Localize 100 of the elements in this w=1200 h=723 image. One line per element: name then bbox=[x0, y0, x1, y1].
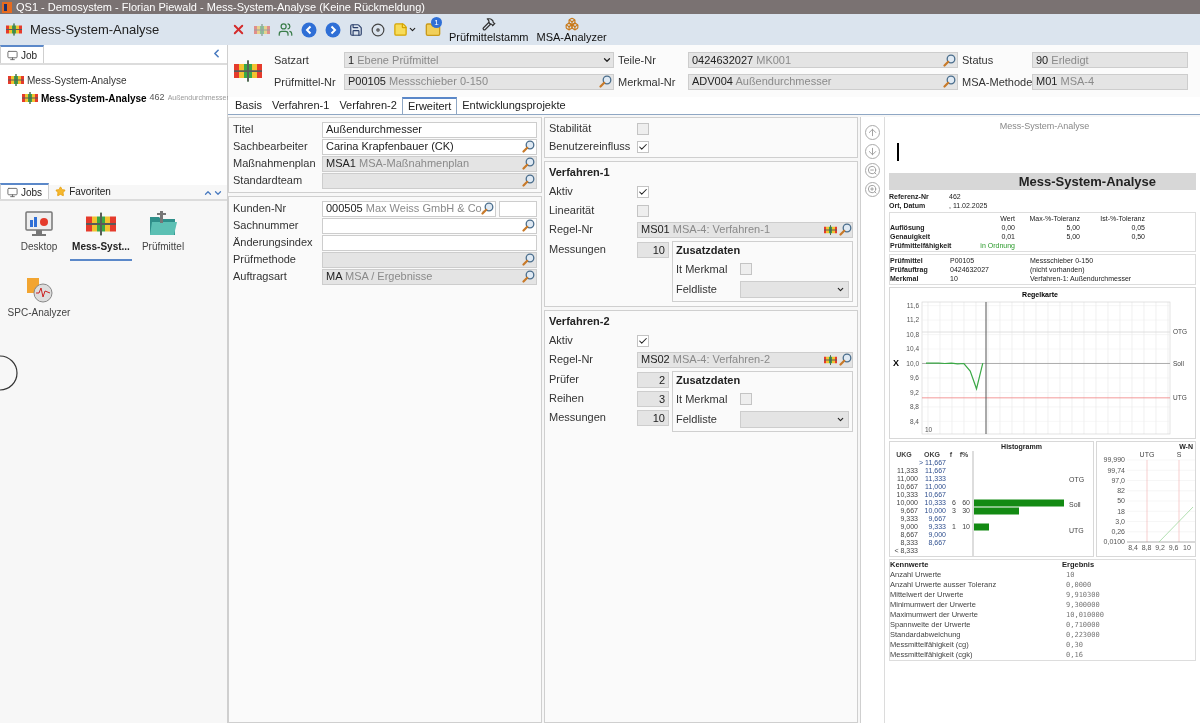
select-field[interactable] bbox=[740, 280, 849, 298]
field-label: It Merkmal bbox=[676, 261, 729, 277]
select-field[interactable] bbox=[740, 410, 849, 428]
data-line bbox=[925, 362, 984, 391]
field-label: Maßnahmenplan bbox=[233, 156, 317, 172]
stripes-icon bbox=[254, 23, 270, 36]
number-field[interactable]: 3 bbox=[637, 390, 669, 407]
section-title: Verfahren-2 bbox=[549, 314, 611, 329]
field-label: Status bbox=[962, 53, 995, 68]
field-label: Titel bbox=[233, 122, 255, 138]
tab[interactable]: Verfahren-2 bbox=[334, 97, 402, 114]
stripes-icon bbox=[234, 58, 262, 84]
stripes-icon bbox=[8, 74, 24, 86]
stripes-icon bbox=[22, 92, 38, 104]
job-tab[interactable]: Job bbox=[0, 45, 45, 63]
checkbox[interactable] bbox=[740, 263, 752, 275]
text-field[interactable]: Außendurchmesser bbox=[322, 121, 537, 138]
field-label: Standardteam bbox=[233, 173, 304, 189]
field-label: Teile-Nr bbox=[618, 53, 657, 68]
field-label: Auftragsart bbox=[233, 269, 288, 285]
star-icon bbox=[55, 185, 67, 197]
checkbox[interactable] bbox=[637, 122, 649, 135]
stripes-icon bbox=[824, 224, 837, 235]
lookup-field[interactable]: MS01 MSA-4: Verfahren-1 bbox=[637, 221, 853, 238]
field-label: Aktiv bbox=[549, 333, 574, 349]
checkbox[interactable] bbox=[637, 185, 649, 198]
stripes-icon bbox=[86, 211, 116, 237]
field-label: It Merkmal bbox=[676, 391, 729, 407]
field-label: MSA-Methode bbox=[962, 74, 1032, 90]
launcher-tile[interactable]: Mess-Syst... bbox=[70, 211, 132, 261]
app-title: Mess-System-Analyse bbox=[30, 20, 160, 39]
field-label: Reihen bbox=[549, 391, 585, 407]
window-title: QS1 - Demosystem - Florian Piewald - Mess-System-Analyse (Keine Rückmeldung) bbox=[16, 1, 425, 13]
text-cursor bbox=[897, 143, 899, 161]
text-field[interactable] bbox=[322, 234, 537, 251]
save-icon bbox=[349, 22, 363, 37]
monitor-icon bbox=[7, 186, 18, 198]
number-field[interactable]: 10 bbox=[637, 409, 669, 426]
monitor-icon bbox=[7, 49, 18, 61]
field-label: Satzart bbox=[274, 53, 310, 68]
hammer-icon bbox=[481, 16, 496, 31]
tab[interactable]: Entwicklungsprojekte bbox=[457, 97, 571, 114]
checkbox[interactable] bbox=[637, 334, 649, 347]
lookup-field[interactable]: 000505 Max Weiss GmbH & Co. bbox=[322, 200, 496, 217]
histogram-bar bbox=[974, 523, 989, 531]
launcher-tile[interactable]: Desktop bbox=[8, 211, 70, 261]
number-field[interactable]: 10 bbox=[637, 241, 669, 258]
note-icon bbox=[393, 22, 417, 37]
section-title: Verfahren-1 bbox=[549, 165, 611, 180]
axis-label: X bbox=[893, 358, 899, 369]
launcher-tile[interactable]: Prüfmittel bbox=[132, 211, 194, 261]
field-label: Änderungsindex bbox=[233, 235, 314, 251]
checkbox[interactable] bbox=[637, 140, 649, 153]
stripes-icon bbox=[824, 354, 837, 365]
lookup-field[interactable] bbox=[322, 217, 537, 234]
field-label: Prüfmethode bbox=[233, 252, 297, 268]
checkbox[interactable] bbox=[637, 204, 649, 217]
field-label: Merkmal-Nr bbox=[618, 74, 677, 90]
field-label: Prüfer bbox=[549, 372, 580, 388]
launcher-tab[interactable]: Favoriten bbox=[49, 183, 117, 199]
report-caption: Mess-System-Analyse bbox=[999, 119, 1090, 133]
lookup-field[interactable]: MS02 MSA-4: Verfahren-2 bbox=[637, 351, 853, 368]
field-label: Linearität bbox=[549, 203, 596, 219]
field-label: Messungen bbox=[549, 242, 607, 258]
stripes-icon bbox=[6, 23, 22, 36]
analyzer-icon bbox=[25, 275, 53, 303]
field-label: Kunden-Nr bbox=[233, 201, 288, 217]
field-label: Regel-Nr bbox=[549, 352, 594, 368]
expand-collapse-icon[interactable] bbox=[203, 188, 223, 198]
search-icon[interactable] bbox=[839, 353, 852, 366]
inbox-button[interactable]: 1 bbox=[422, 17, 444, 42]
search-icon[interactable] bbox=[522, 140, 535, 153]
folder-icon bbox=[148, 211, 178, 237]
count-badge: 1 bbox=[431, 16, 442, 28]
close-icon bbox=[231, 22, 246, 37]
field-label: Sachbearbeiter bbox=[233, 139, 309, 155]
tab[interactable]: Basis bbox=[230, 97, 267, 114]
tools-button[interactable]: Prüfmittelstamm bbox=[446, 14, 532, 45]
field-label: Messungen bbox=[549, 410, 607, 426]
field-label: Feldliste bbox=[676, 411, 718, 427]
lookup-field[interactable]: Carina Krapfenbauer (CK) bbox=[322, 138, 537, 155]
text-field[interactable] bbox=[499, 200, 537, 217]
report-title: Mess-System-Analyse bbox=[1018, 172, 1156, 191]
field-label: Sachnummer bbox=[233, 218, 300, 234]
tab[interactable]: Verfahren-1 bbox=[266, 97, 335, 114]
analyzer-button[interactable]: MSA-Analyzer bbox=[533, 14, 610, 45]
checkbox[interactable] bbox=[740, 393, 752, 405]
app-logo-icon bbox=[2, 1, 12, 13]
tab[interactable]: Erweitert bbox=[401, 97, 458, 114]
field-label: Feldliste bbox=[676, 281, 718, 297]
line-drawing bbox=[1158, 506, 1194, 543]
launcher-tab[interactable]: Jobs bbox=[0, 183, 50, 199]
boxes-icon bbox=[564, 16, 579, 31]
search-icon[interactable] bbox=[522, 219, 535, 232]
field-label: Benutzereinfluss bbox=[549, 139, 632, 155]
disc-icon bbox=[371, 22, 385, 37]
number-field[interactable]: 2 bbox=[637, 371, 669, 388]
tree-item[interactable]: Mess-System-Analyse bbox=[8, 71, 227, 89]
search-icon[interactable] bbox=[839, 223, 852, 236]
launcher-tile[interactable]: SPC-Analyzer bbox=[8, 275, 70, 327]
